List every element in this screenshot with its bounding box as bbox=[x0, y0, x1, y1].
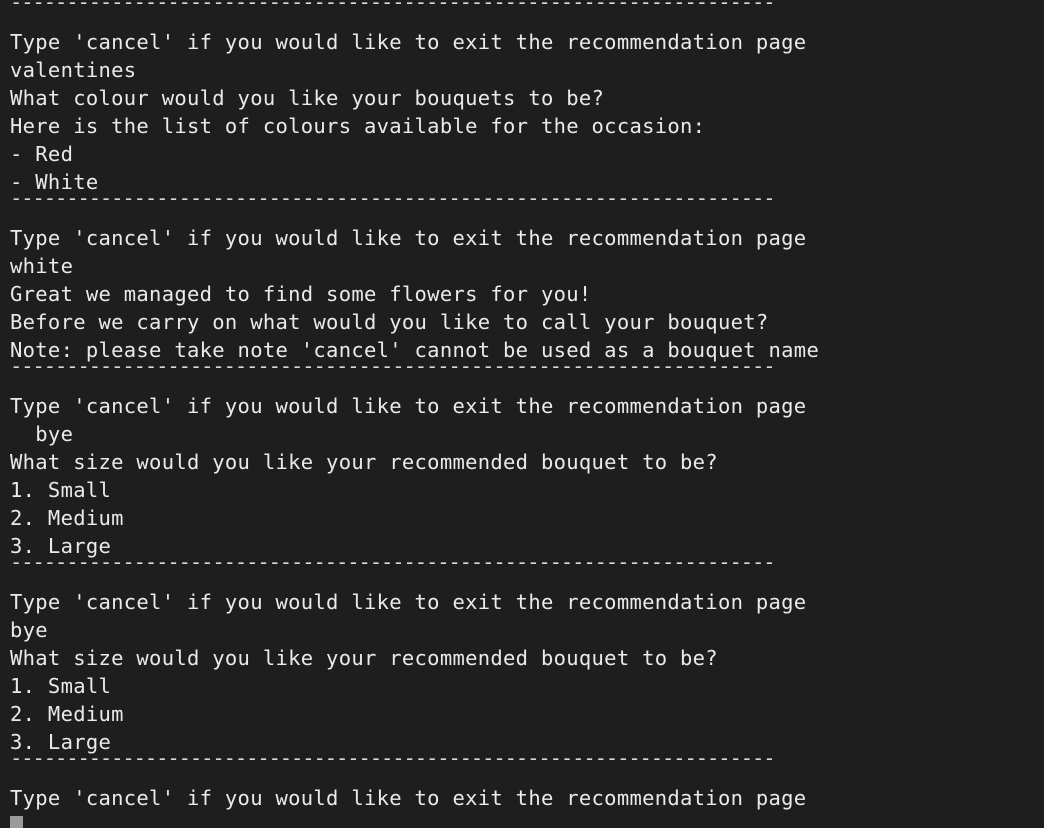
output-line: Before we carry on what would you like t… bbox=[10, 310, 769, 334]
output-line: 2. Medium bbox=[10, 506, 124, 530]
separator-line: ----------------------------------------… bbox=[10, 560, 776, 574]
user-input-text: white bbox=[10, 254, 74, 278]
separator-line: ----------------------------------------… bbox=[10, 756, 776, 770]
output-line: What size would you like your recommende… bbox=[10, 646, 718, 670]
input-line[interactable] bbox=[10, 812, 1044, 828]
separator-line: ----------------------------------------… bbox=[10, 0, 776, 14]
prompt-text: Type 'cancel' if you would like to exit … bbox=[10, 590, 807, 614]
output-line: What size would you like your recommende… bbox=[10, 450, 718, 474]
prompt-text: Type 'cancel' if you would like to exit … bbox=[10, 786, 807, 810]
user-input-text: bye bbox=[10, 618, 48, 642]
user-input-text: bye bbox=[10, 422, 74, 446]
output-line: 3. Large bbox=[10, 730, 112, 754]
prompt-text: Type 'cancel' if you would like to exit … bbox=[10, 394, 807, 418]
prompt-text: Type 'cancel' if you would like to exit … bbox=[10, 226, 807, 250]
output-line: 1. Small bbox=[10, 674, 112, 698]
user-input-text: valentines bbox=[10, 58, 137, 82]
separator-line: ----------------------------------------… bbox=[10, 196, 776, 210]
output-line: 2. Medium bbox=[10, 702, 124, 726]
prompt-text: Type 'cancel' if you would like to exit … bbox=[10, 30, 807, 54]
output-line: - White bbox=[10, 170, 99, 194]
output-line: Note: please take note 'cancel' cannot b… bbox=[10, 338, 820, 362]
output-line: Great we managed to find some flowers fo… bbox=[10, 282, 592, 306]
output-line: What colour would you like your bouquets… bbox=[10, 86, 605, 110]
output-line: 1. Small bbox=[10, 478, 112, 502]
text-cursor bbox=[10, 816, 23, 828]
output-line: Here is the list of colours available fo… bbox=[10, 114, 706, 138]
terminal-window[interactable]: ----------------------------------------… bbox=[0, 0, 1044, 828]
output-line: 3. Large bbox=[10, 534, 112, 558]
separator-line: ----------------------------------------… bbox=[10, 364, 776, 378]
output-line: - Red bbox=[10, 142, 74, 166]
